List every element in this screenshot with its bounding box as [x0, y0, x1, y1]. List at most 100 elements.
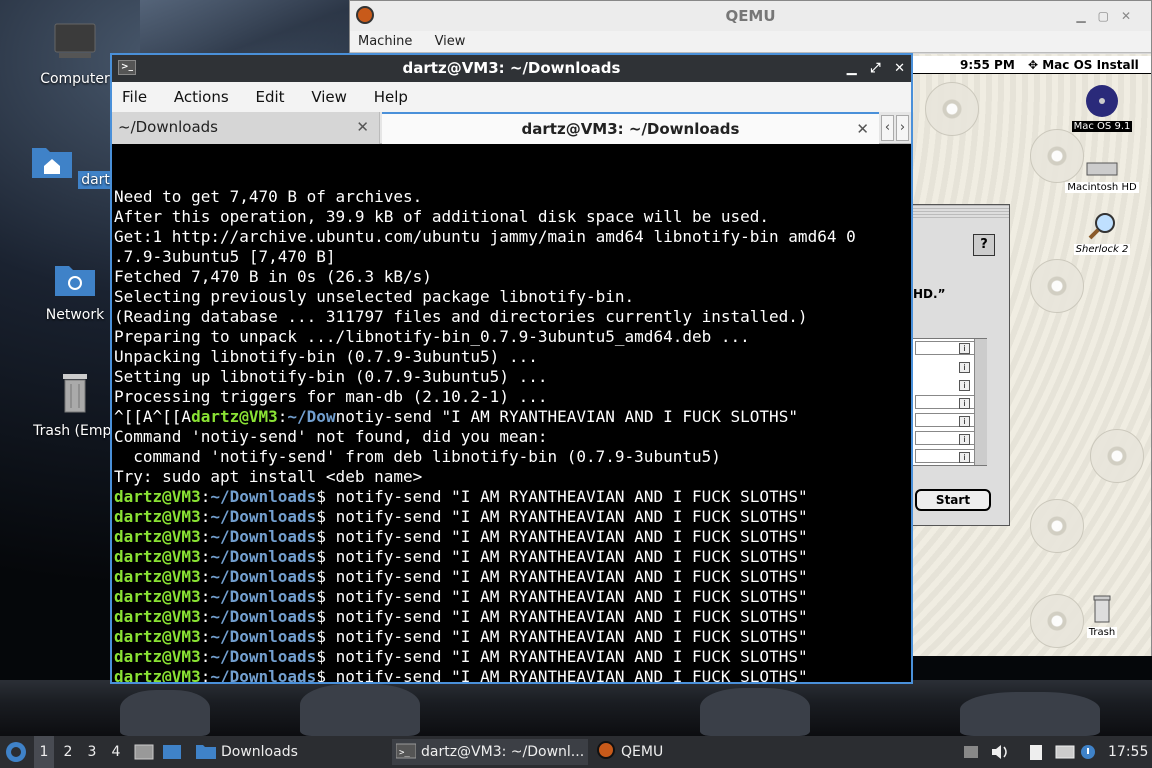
command-line: dartz@VM3:~/Downloads$ notify-send "I AM… — [114, 647, 808, 666]
qemu-icon — [597, 741, 615, 759]
clock[interactable]: 17:55 — [1108, 736, 1150, 768]
prompt-path: ~/Downloads — [210, 547, 317, 566]
info-icon[interactable]: i — [959, 452, 970, 463]
prompt-path: ~/Downloads — [210, 587, 317, 606]
prompt-path: ~/Downloads — [210, 667, 317, 682]
terminal-output[interactable]: Need to get 7,470 B of archives. After th… — [112, 144, 911, 682]
workspace-3[interactable]: 3 — [82, 736, 102, 768]
qemu-menu-machine[interactable]: Machine — [358, 34, 412, 49]
info-icon[interactable]: i — [959, 398, 970, 409]
prompt-path: ~/Downloads — [210, 607, 317, 626]
cd-icon — [1086, 85, 1118, 117]
app-menu-button[interactable] — [4, 736, 30, 768]
qemu-window-controls[interactable]: ▁▢✕ — [1076, 1, 1143, 31]
menu-help[interactable]: Help — [374, 88, 408, 106]
error-line: Try: sudo apt install <deb name> — [114, 467, 423, 486]
terminal-titlebar[interactable]: >_ dartz@VM3: ~/Downloads ▁ ⤢ ✕ — [112, 55, 911, 82]
prompt-user: dartz@VM3 — [114, 547, 201, 566]
show-desktop-button[interactable] — [162, 736, 184, 768]
terminal-window[interactable]: >_ dartz@VM3: ~/Downloads ▁ ⤢ ✕ File Act… — [110, 53, 913, 684]
mac-icon-sherlock[interactable]: Sherlock 2 — [1062, 211, 1142, 255]
prompt-path: ~/Downloads — [210, 527, 317, 546]
command-text: notify-send "I AM RYANTHEAVIAN AND I FUC… — [335, 527, 808, 546]
terminal-title: dartz@VM3: ~/Downloads — [402, 59, 621, 77]
info-icon[interactable]: i — [959, 434, 970, 445]
tab-active-terminal[interactable]: dartz@VM3: ~/Downloads ✕ — [382, 112, 879, 144]
prompt-user: dartz@VM3 — [114, 567, 201, 586]
prompt-user: dartz@VM3 — [114, 647, 201, 666]
mac-app-name: Mac OS Install — [1042, 58, 1139, 72]
output-line: Need to get 7,470 B of archives. — [114, 187, 423, 206]
command-text: notify-send "I AM RYANTHEAVIAN AND I FUC… — [335, 567, 808, 586]
info-icon[interactable]: i — [959, 416, 970, 427]
mac-icon-label: Sherlock 2 — [1073, 244, 1131, 255]
prompt-user: dartz@VM3 — [114, 487, 201, 506]
network-status-icon[interactable] — [1054, 736, 1076, 768]
mac-icon-hd[interactable]: Macintosh HD — [1062, 159, 1142, 193]
mac-icon-label: Macintosh HD — [1065, 182, 1139, 193]
output-line: Setting up libnotify-bin (0.7.9-3ubuntu5… — [114, 367, 548, 386]
prompt-user: dartz@VM3 — [191, 407, 278, 426]
qemu-title: QEMU — [725, 7, 776, 25]
info-icon[interactable]: i — [959, 362, 970, 373]
tab-downloads[interactable]: ~/Downloads ✕ — [112, 112, 380, 144]
prompt-user: dartz@VM3 — [114, 507, 201, 526]
tab-scroll-left-icon[interactable]: ‹ — [881, 115, 894, 141]
prompt-user: dartz@VM3 — [114, 587, 201, 606]
output-line: Preparing to unpack .../libnotify-bin_0.… — [114, 327, 750, 346]
qemu-menu-view[interactable]: View — [435, 34, 466, 49]
tray-expand-icon[interactable] — [962, 736, 982, 768]
desktop: Computer dartz Network Trash (Empt QEMU … — [0, 0, 1152, 736]
close-icon[interactable]: ✕ — [894, 61, 905, 76]
tab-close-icon[interactable]: ✕ — [856, 114, 869, 144]
output-line: (Reading database ... 311797 files and d… — [114, 307, 808, 326]
task-terminal[interactable]: >_ dartz@VM3: ~/Downl... — [392, 739, 588, 765]
task-qemu[interactable]: QEMU — [592, 739, 788, 765]
installer-icon: ✥ — [1028, 58, 1043, 72]
volume-icon[interactable] — [990, 736, 1012, 768]
clipboard-icon[interactable] — [1026, 736, 1048, 768]
info-icon[interactable]: i — [959, 343, 970, 354]
command-text: notify-send "I AM RYANTHEAVIAN AND I FUC… — [335, 507, 808, 526]
mac-installer-dialog[interactable]: ? HD.” i i i i i i i Start — [910, 204, 1010, 526]
maximize-icon[interactable]: ⤢ — [870, 61, 880, 76]
notification-icon[interactable] — [1080, 736, 1098, 768]
menu-view[interactable]: View — [311, 88, 347, 106]
mac-icon-trash[interactable]: Trash — [1062, 594, 1142, 638]
minimize-icon[interactable]: ▁ — [847, 61, 857, 76]
command-text: notify-send "I AM RYANTHEAVIAN AND I FUC… — [335, 587, 808, 606]
info-icon[interactable]: i — [959, 380, 970, 391]
list-scrollbar[interactable] — [974, 339, 987, 465]
error-line: Command 'notiy-send' not found, did you … — [114, 427, 548, 446]
workspace-2[interactable]: 2 — [58, 736, 78, 768]
magnifier-icon — [1088, 213, 1115, 240]
qemu-titlebar[interactable]: QEMU ▁▢✕ — [350, 1, 1151, 31]
command-text: notify-send "I AM RYANTHEAVIAN AND I FUC… — [335, 487, 808, 506]
qemu-menubar: Machine View — [350, 31, 1151, 53]
menu-edit[interactable]: Edit — [255, 88, 284, 106]
mac-app-menu[interactable]: ✥ Mac OS Install — [1028, 56, 1139, 74]
menu-actions[interactable]: Actions — [174, 88, 229, 106]
error-line: command 'notify-send' from deb libnotify… — [114, 447, 721, 466]
prompt-path: ~/Downloads — [210, 627, 317, 646]
tab-close-icon[interactable]: ✕ — [356, 112, 369, 142]
command-line: dartz@VM3:~/Downloads$ notify-send "I AM… — [114, 507, 808, 526]
command-line: dartz@VM3:~/Downloads$ notify-send "I AM… — [114, 487, 808, 506]
terminal-menubar: File Actions Edit View Help — [112, 82, 911, 112]
computer-icon — [54, 23, 96, 58]
mac-icon-macos[interactable]: Mac OS 9.1 — [1062, 84, 1142, 132]
dialog-text: HD.” — [913, 287, 946, 301]
desktop-icon-label: Computer — [40, 71, 110, 87]
workspace-1[interactable]: 1 — [34, 736, 54, 768]
start-button[interactable]: Start — [915, 489, 991, 511]
file-manager-launcher[interactable] — [134, 736, 156, 768]
desktop-icon — [163, 745, 181, 759]
help-icon[interactable]: ? — [973, 234, 995, 256]
task-downloads[interactable]: Downloads — [192, 739, 388, 765]
command-line: dartz@VM3:~/Downloads$ notify-send "I AM… — [114, 627, 808, 646]
tab-scroll-right-icon[interactable]: › — [896, 115, 909, 141]
archive-icon — [134, 744, 154, 760]
menu-file[interactable]: File — [122, 88, 147, 106]
output-line: Selecting previously unselected package … — [114, 287, 635, 306]
workspace-4[interactable]: 4 — [106, 736, 126, 768]
